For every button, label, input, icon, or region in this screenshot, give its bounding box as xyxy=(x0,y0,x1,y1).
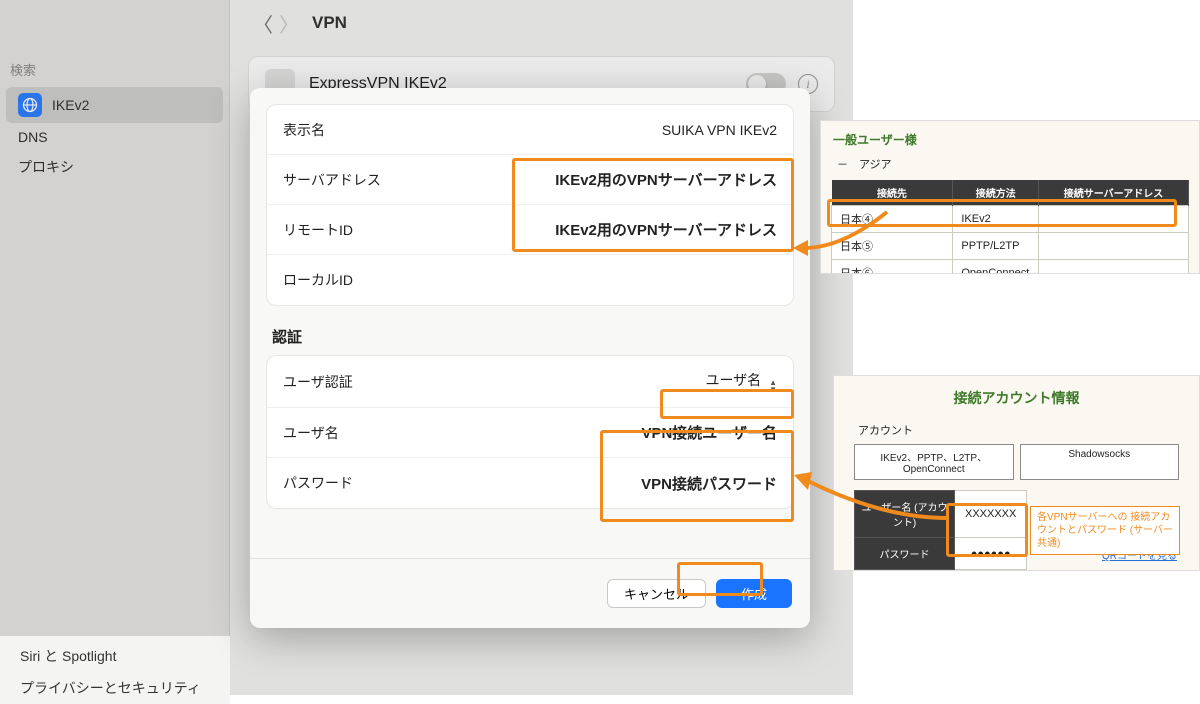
th-address: 接続サーバーアドレス xyxy=(1039,180,1189,206)
tab-shadowsocks[interactable]: Shadowsocks xyxy=(1020,444,1180,480)
table-row: パスワード ●●●●●● xyxy=(855,538,1027,570)
server-address-hint[interactable]: IKEv2用のVPNサーバーアドレス xyxy=(555,169,777,190)
server-panel-title: 一般ユーザー様 xyxy=(821,121,1199,154)
remote-id-hint[interactable]: IKEv2用のVPNサーバーアドレス xyxy=(555,219,777,240)
cell: 日本⑤ xyxy=(832,233,953,260)
vpn-config-sheet: 表示名 SUIKA VPN IKEv2 サーバアドレス IKEv2用のVPNサー… xyxy=(250,88,810,628)
cred-user-v: XXXXXXX xyxy=(955,491,1027,538)
cred-pass-v: ●●●●●● xyxy=(955,538,1027,570)
cancel-button[interactable]: キャンセル xyxy=(607,579,706,608)
account-label: アカウント xyxy=(834,422,1199,444)
row-display-name: 表示名 SUIKA VPN IKEv2 xyxy=(267,105,793,155)
display-name-value[interactable]: SUIKA VPN IKEv2 xyxy=(662,122,777,138)
server-address-label: サーバアドレス xyxy=(283,170,381,190)
cred-pass-h: パスワード xyxy=(855,538,955,570)
display-name-label: 表示名 xyxy=(283,120,325,140)
row-password: パスワード VPN接続パスワード xyxy=(267,458,793,508)
server-list-panel: 一般ユーザー様 － アジア 接続先 接続方法 接続サーバーアドレス 日本④ IK… xyxy=(820,120,1200,274)
sheet-footer: キャンセル 作成 xyxy=(250,558,810,628)
row-remote-id: リモートID IKEv2用のVPNサーバーアドレス xyxy=(267,205,793,255)
password-hint[interactable]: VPN接続パスワード xyxy=(641,473,777,494)
sidebar-lower: Siri と Spotlight プライバシーとセキュリティ xyxy=(0,636,230,704)
auth-section-label: 認証 xyxy=(266,326,794,355)
row-username: ユーザ名 VPN接続ユーザー名 xyxy=(267,408,793,458)
credentials-table: ユーザー名 (アカウント) XXXXXXX パスワード ●●●●●● xyxy=(854,490,1027,570)
cell: OpenConnect xyxy=(953,260,1039,275)
table-row: ユーザー名 (アカウント) XXXXXXX xyxy=(855,491,1027,538)
cell xyxy=(1039,260,1189,275)
sidebar-item-siri[interactable]: Siri と Spotlight xyxy=(6,640,224,672)
chevron-updown-icon: ▲▼ xyxy=(769,379,777,393)
sidebar-item-label: Siri と Spotlight xyxy=(20,646,116,666)
cred-user-h: ユーザー名 (アカウント) xyxy=(855,491,955,538)
sidebar-item-label: プライバシーとセキュリティ xyxy=(20,678,201,698)
cell: IKEv2 xyxy=(953,206,1039,233)
cell: 日本④ xyxy=(832,206,953,233)
table-header-row: 接続先 接続方法 接続サーバーアドレス xyxy=(832,180,1189,206)
local-id-label: ローカルID xyxy=(283,270,353,290)
th-dest: 接続先 xyxy=(832,180,953,206)
password-label: パスワード xyxy=(283,473,353,493)
tab-protocols[interactable]: IKEv2、PPTP、L2TP、OpenConnect xyxy=(854,444,1014,480)
group-auth: ユーザ認証 ユーザ名 ▲▼ ユーザ名 VPN接続ユーザー名 パスワード VPN接… xyxy=(266,355,794,509)
server-panel-region: － アジア xyxy=(821,154,1199,176)
user-auth-label: ユーザ認証 xyxy=(283,372,353,392)
row-user-auth: ユーザ認証 ユーザ名 ▲▼ xyxy=(267,356,793,408)
group-connection: 表示名 SUIKA VPN IKEv2 サーバアドレス IKEv2用のVPNサー… xyxy=(266,104,794,306)
table-row[interactable]: 日本④ IKEv2 xyxy=(832,206,1189,233)
sidebar-item-privacy[interactable]: プライバシーとセキュリティ xyxy=(6,672,224,704)
remote-id-label: リモートID xyxy=(283,220,353,240)
credentials-callout: 各VPNサーバーへの 接続アカウントとパスワード (サーバー共通) xyxy=(1030,506,1180,555)
server-table: 接続先 接続方法 接続サーバーアドレス 日本④ IKEv2 日本⑤ PPTP/L… xyxy=(831,180,1189,274)
cell: 日本⑥ xyxy=(832,260,953,275)
row-server-address: サーバアドレス IKEv2用のVPNサーバーアドレス xyxy=(267,155,793,205)
username-label: ユーザ名 xyxy=(283,423,339,443)
user-auth-select[interactable]: ユーザ名 ▲▼ xyxy=(705,370,777,393)
user-auth-value: ユーザ名 xyxy=(705,372,761,388)
cell xyxy=(1039,233,1189,260)
username-hint[interactable]: VPN接続ユーザー名 xyxy=(641,422,777,443)
cell xyxy=(1039,206,1189,233)
table-row[interactable]: 日本⑤ PPTP/L2TP xyxy=(832,233,1189,260)
create-button[interactable]: 作成 xyxy=(716,579,792,608)
th-method: 接続方法 xyxy=(953,180,1039,206)
protocol-tabs: IKEv2、PPTP、L2TP、OpenConnect Shadowsocks xyxy=(834,444,1199,480)
table-row[interactable]: 日本⑥ OpenConnect xyxy=(832,260,1189,275)
row-local-id: ローカルID xyxy=(267,255,793,305)
account-panel-title: 接続アカウント情報 xyxy=(834,376,1199,422)
cell: PPTP/L2TP xyxy=(953,233,1039,260)
